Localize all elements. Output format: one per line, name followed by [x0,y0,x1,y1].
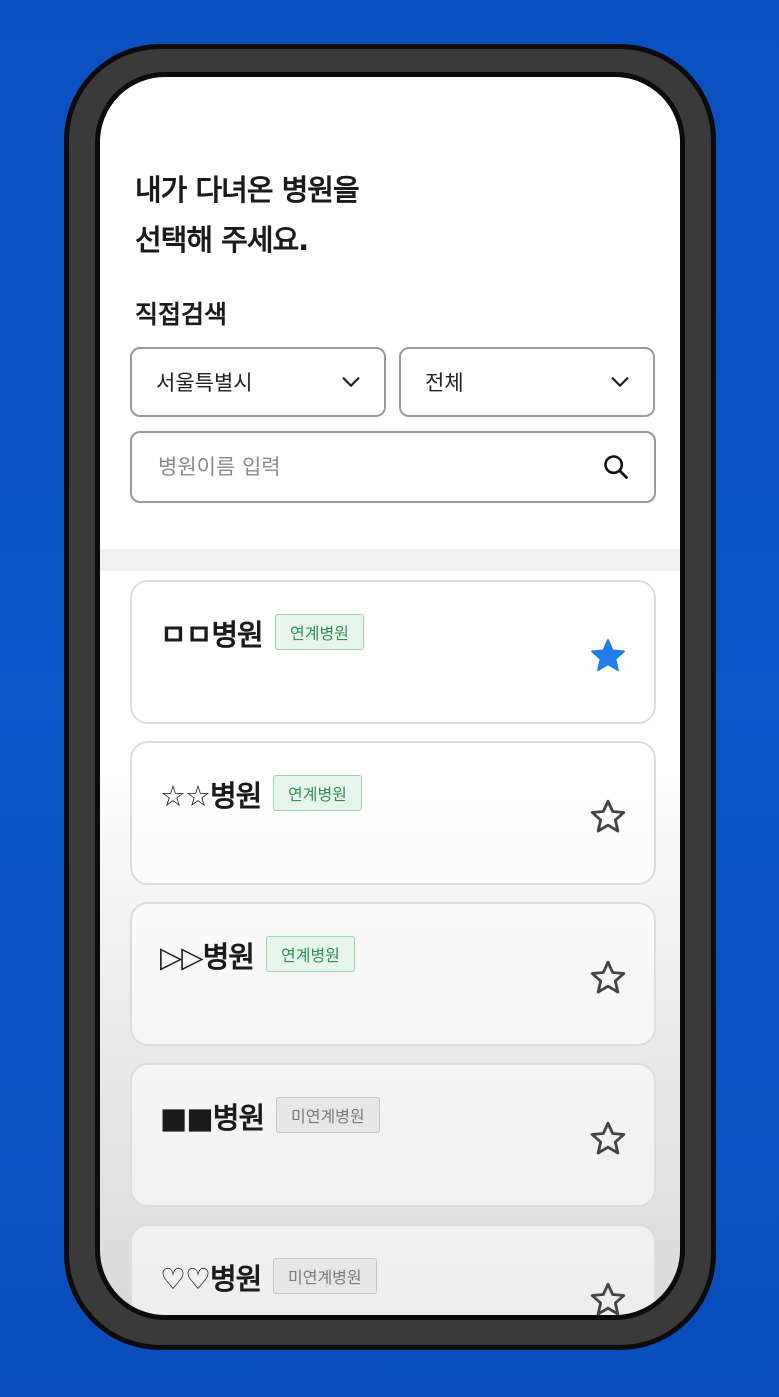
chevron-down-icon [342,377,360,387]
page-title: 내가 다녀온 병원을 선택해 주세요. [135,165,360,265]
star-outline-icon[interactable] [588,797,628,837]
hospital-name: ■■병원 [160,1101,265,1135]
section-divider [100,549,680,571]
linked-hospital-badge: 연계병원 [275,614,364,650]
region-select-value: 서울특별시 [156,371,253,395]
hospital-name: ♡♡병원 [160,1262,262,1296]
star-filled-icon[interactable] [588,636,628,676]
hospital-card[interactable]: ▷▷병원 연계병원 [130,902,656,1046]
hospital-search-box[interactable] [130,431,656,503]
unlinked-hospital-badge: 미연계병원 [276,1097,380,1133]
page-title-line2: 선택해 주세요. [135,223,309,257]
hospital-search-input[interactable] [156,454,560,480]
linked-hospital-badge: 연계병원 [273,775,362,811]
search-icon[interactable] [602,453,630,481]
district-select-value: 전체 [425,371,464,395]
region-select[interactable]: 서울특별시 [130,347,386,417]
hospital-card[interactable]: ♡♡병원 미연계병원 [130,1224,656,1320]
hospital-name: ☆☆병원 [160,779,262,813]
star-outline-icon[interactable] [588,1119,628,1159]
hospital-card[interactable]: ☆☆병원 연계병원 [130,741,656,885]
page-title-line1: 내가 다녀온 병원을 [135,173,360,207]
district-select[interactable]: 전체 [399,347,655,417]
hospital-card[interactable]: ■■병원 미연계병원 [130,1063,656,1207]
hospital-name: ▷▷병원 [160,940,255,974]
unlinked-hospital-badge: 미연계병원 [273,1258,377,1294]
star-outline-icon[interactable] [588,1280,628,1320]
hospital-name: ㅁㅁ병원 [160,618,264,652]
hospital-card[interactable]: ㅁㅁ병원 연계병원 [130,580,656,724]
chevron-down-icon [611,377,629,387]
direct-search-label: 직접검색 [135,300,228,329]
linked-hospital-badge: 연계병원 [266,936,355,972]
star-outline-icon[interactable] [588,958,628,998]
phone-screen: 내가 다녀온 병원을 선택해 주세요. 직접검색 서울특별시 전체 ㅁㅁ병원연계… [95,72,685,1320]
